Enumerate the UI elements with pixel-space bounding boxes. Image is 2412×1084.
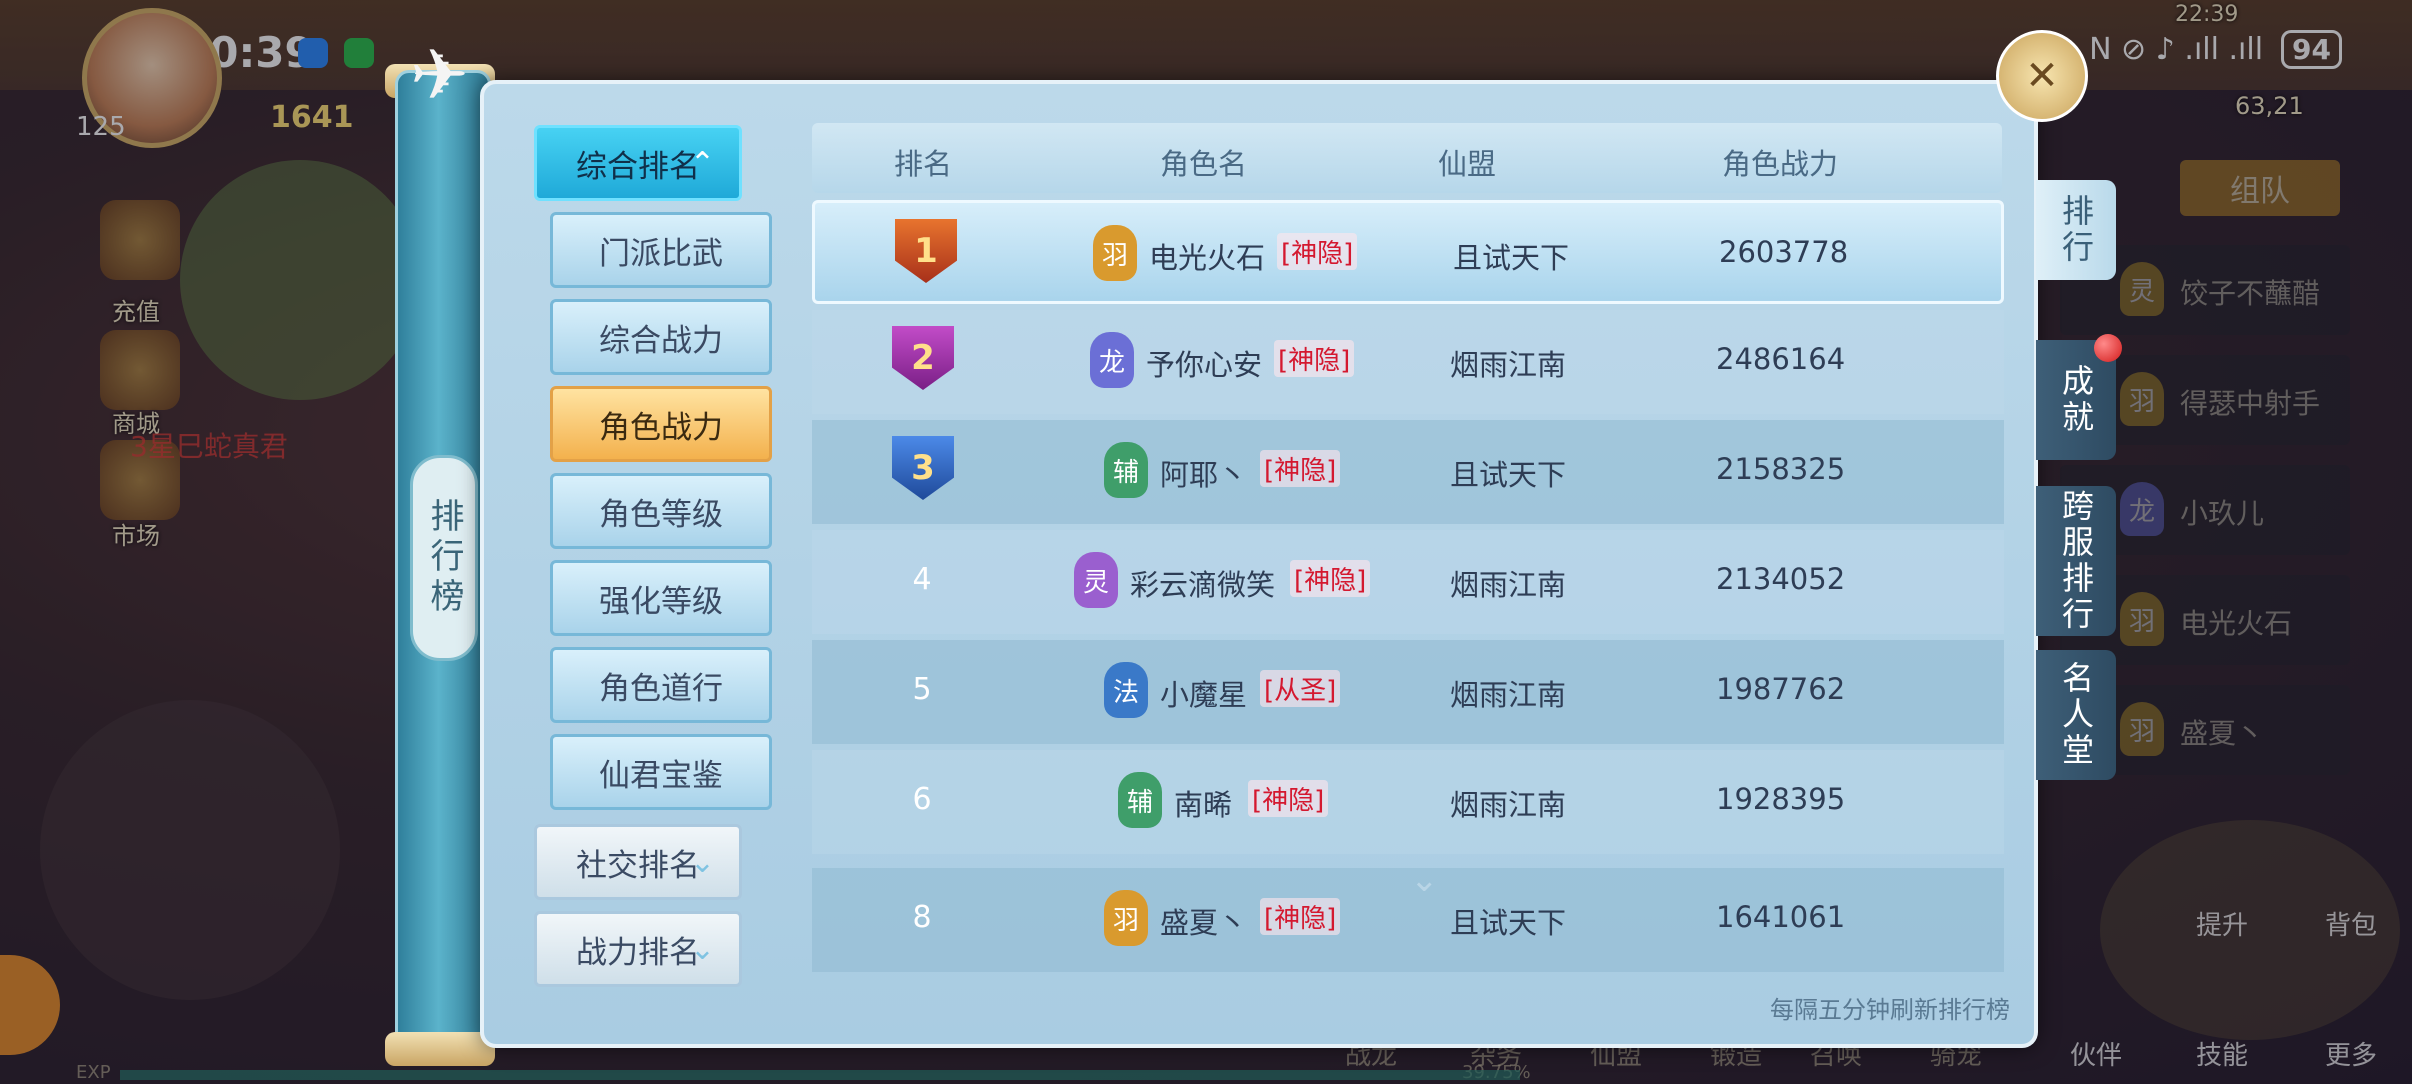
table-row[interactable]: 3 辅 阿耶丶 [神隐] 且试天下 2158325 (812, 420, 2004, 524)
table-row[interactable]: 2 龙 予你心安 [神隐] 烟雨江南 2486164 (812, 310, 2004, 414)
header-power: 角色战力 (1722, 147, 1839, 181)
tab-label: 跨服排行 (2057, 489, 2095, 633)
table-row[interactable]: 1 羽 电光火石 [神隐] 且试天下 2603778 (812, 200, 2004, 304)
guild-name: 烟雨江南 (1450, 348, 1567, 382)
rank-number: 4 (912, 562, 932, 597)
sub-category-item[interactable]: 角色等级 (550, 473, 772, 549)
rank-3-badge: 3 (892, 436, 954, 500)
guild-name: 烟雨江南 (1450, 788, 1567, 822)
tab-cross-server[interactable]: 跨服排行 (2036, 486, 2116, 636)
player-name: 予你心安 (1146, 348, 1263, 382)
sub-category-item[interactable]: 仙君宝鉴 (550, 734, 772, 810)
table-row[interactable]: 5 法 小魔星 [从圣] 烟雨江南 1987762 (812, 640, 2004, 744)
power-value: 1987762 (1716, 672, 1846, 706)
header-guild: 仙盟 (1438, 147, 1497, 181)
guild-name: 且试天下 (1453, 241, 1570, 275)
header-rank: 排名 (894, 147, 953, 181)
school-spirit-icon: 灵 (1074, 552, 1118, 608)
title-tag: [从圣] (1260, 670, 1341, 707)
self-rank-row[interactable]: 8 羽 盛夏丶 [神隐] 且试天下 1641061 (812, 868, 2004, 972)
sub-category-label: 角色等级 (599, 496, 723, 533)
sub-category-item[interactable]: 综合战力 (550, 299, 772, 375)
sub-category-label: 门派比武 (599, 235, 723, 272)
school-aux-icon: 辅 (1118, 772, 1162, 828)
school-feather-icon: 羽 (1093, 225, 1137, 281)
player-name: 彩云滴微笑 (1130, 568, 1276, 602)
crane-decoration-icon: ✈ (410, 34, 469, 116)
tab-ranking[interactable]: 排行 (2036, 180, 2116, 280)
power-value: 1928395 (1716, 782, 1846, 816)
sub-category-item[interactable]: 角色道行 (550, 647, 772, 723)
title-tag: [神隐] (1277, 233, 1358, 270)
tab-hall-of-fame[interactable]: 名人堂 (2036, 650, 2116, 780)
rank-number: 6 (912, 782, 932, 817)
leaderboard-title: 排行榜 (410, 455, 478, 661)
category-social-label: 社交排名 (576, 847, 700, 884)
school-dragon-icon: 龙 (1090, 332, 1134, 388)
title-tag: [神隐] (1248, 780, 1329, 817)
sub-category-item[interactable]: 强化等级 (550, 560, 772, 636)
power-value: 2486164 (1716, 342, 1846, 376)
notification-dot-icon (2094, 334, 2122, 362)
title-tag: [神隐] (1274, 340, 1355, 377)
player-name: 阿耶丶 (1160, 458, 1248, 492)
table-row[interactable]: 4 灵 彩云滴微笑 [神隐] 烟雨江南 2134052 (812, 530, 2004, 634)
power-value: 2134052 (1716, 562, 1846, 596)
rank-1-badge: 1 (895, 219, 957, 283)
sub-category-item-selected[interactable]: 角色战力 (550, 386, 772, 462)
tab-label: 排行 (2057, 194, 2095, 266)
sub-category-label: 强化等级 (599, 583, 723, 620)
power-value: 1641061 (1716, 900, 1846, 934)
table-header: 排名 角色名 仙盟 角色战力 (812, 123, 2002, 193)
guild-name: 烟雨江南 (1450, 568, 1567, 602)
sub-category-label: 仙君宝鉴 (599, 757, 723, 794)
sub-category-label: 角色道行 (599, 670, 723, 707)
school-aux-icon: 辅 (1104, 442, 1148, 498)
category-overall-label: 综合排名 (576, 148, 700, 185)
guild-name: 且试天下 (1450, 906, 1567, 940)
scroll-bottom-cap (385, 1032, 495, 1066)
power-value: 2603778 (1719, 235, 1849, 269)
title-tag: [神隐] (1260, 450, 1341, 487)
player-name: 电光火石 (1149, 241, 1266, 275)
category-overall[interactable]: 综合排名 ⌃ (534, 125, 742, 201)
rank-number: 5 (912, 672, 932, 707)
school-magic-icon: 法 (1104, 662, 1148, 718)
category-combat[interactable]: 战力排名 ⌄ (534, 911, 742, 987)
player-name: 南晞 (1174, 788, 1233, 822)
chevron-down-icon: ⌄ (689, 844, 715, 880)
tab-label: 名人堂 (2057, 661, 2095, 769)
header-name: 角色名 (1160, 147, 1248, 181)
title-tag: [神隐] (1290, 560, 1371, 597)
guild-name: 且试天下 (1450, 458, 1567, 492)
tab-label: 成就 (2057, 364, 2095, 436)
player-name: 小魔星 (1160, 678, 1248, 712)
player-name: 盛夏丶 (1160, 906, 1248, 940)
close-icon[interactable]: ✕ (1996, 30, 2088, 122)
rank-number: 8 (912, 900, 932, 935)
chevron-down-icon: ⌄ (689, 931, 715, 967)
category-social[interactable]: 社交排名 ⌄ (534, 824, 742, 900)
refresh-note: 每隔五分钟刷新排行榜 (1770, 996, 2010, 1024)
table-row[interactable]: 6 辅 南晞 [神隐] 烟雨江南 1928395 (812, 750, 2004, 854)
sub-category-item[interactable]: 门派比武 (550, 212, 772, 288)
guild-name: 烟雨江南 (1450, 678, 1567, 712)
sub-category-label: 综合战力 (599, 322, 723, 359)
sub-category-label: 角色战力 (599, 409, 723, 446)
school-feather-icon: 羽 (1104, 890, 1148, 946)
chevron-up-icon: ⌃ (689, 145, 715, 181)
rank-2-badge: 2 (892, 326, 954, 390)
category-combat-label: 战力排名 (576, 934, 700, 971)
title-tag: [神隐] (1260, 898, 1341, 935)
power-value: 2158325 (1716, 452, 1846, 486)
